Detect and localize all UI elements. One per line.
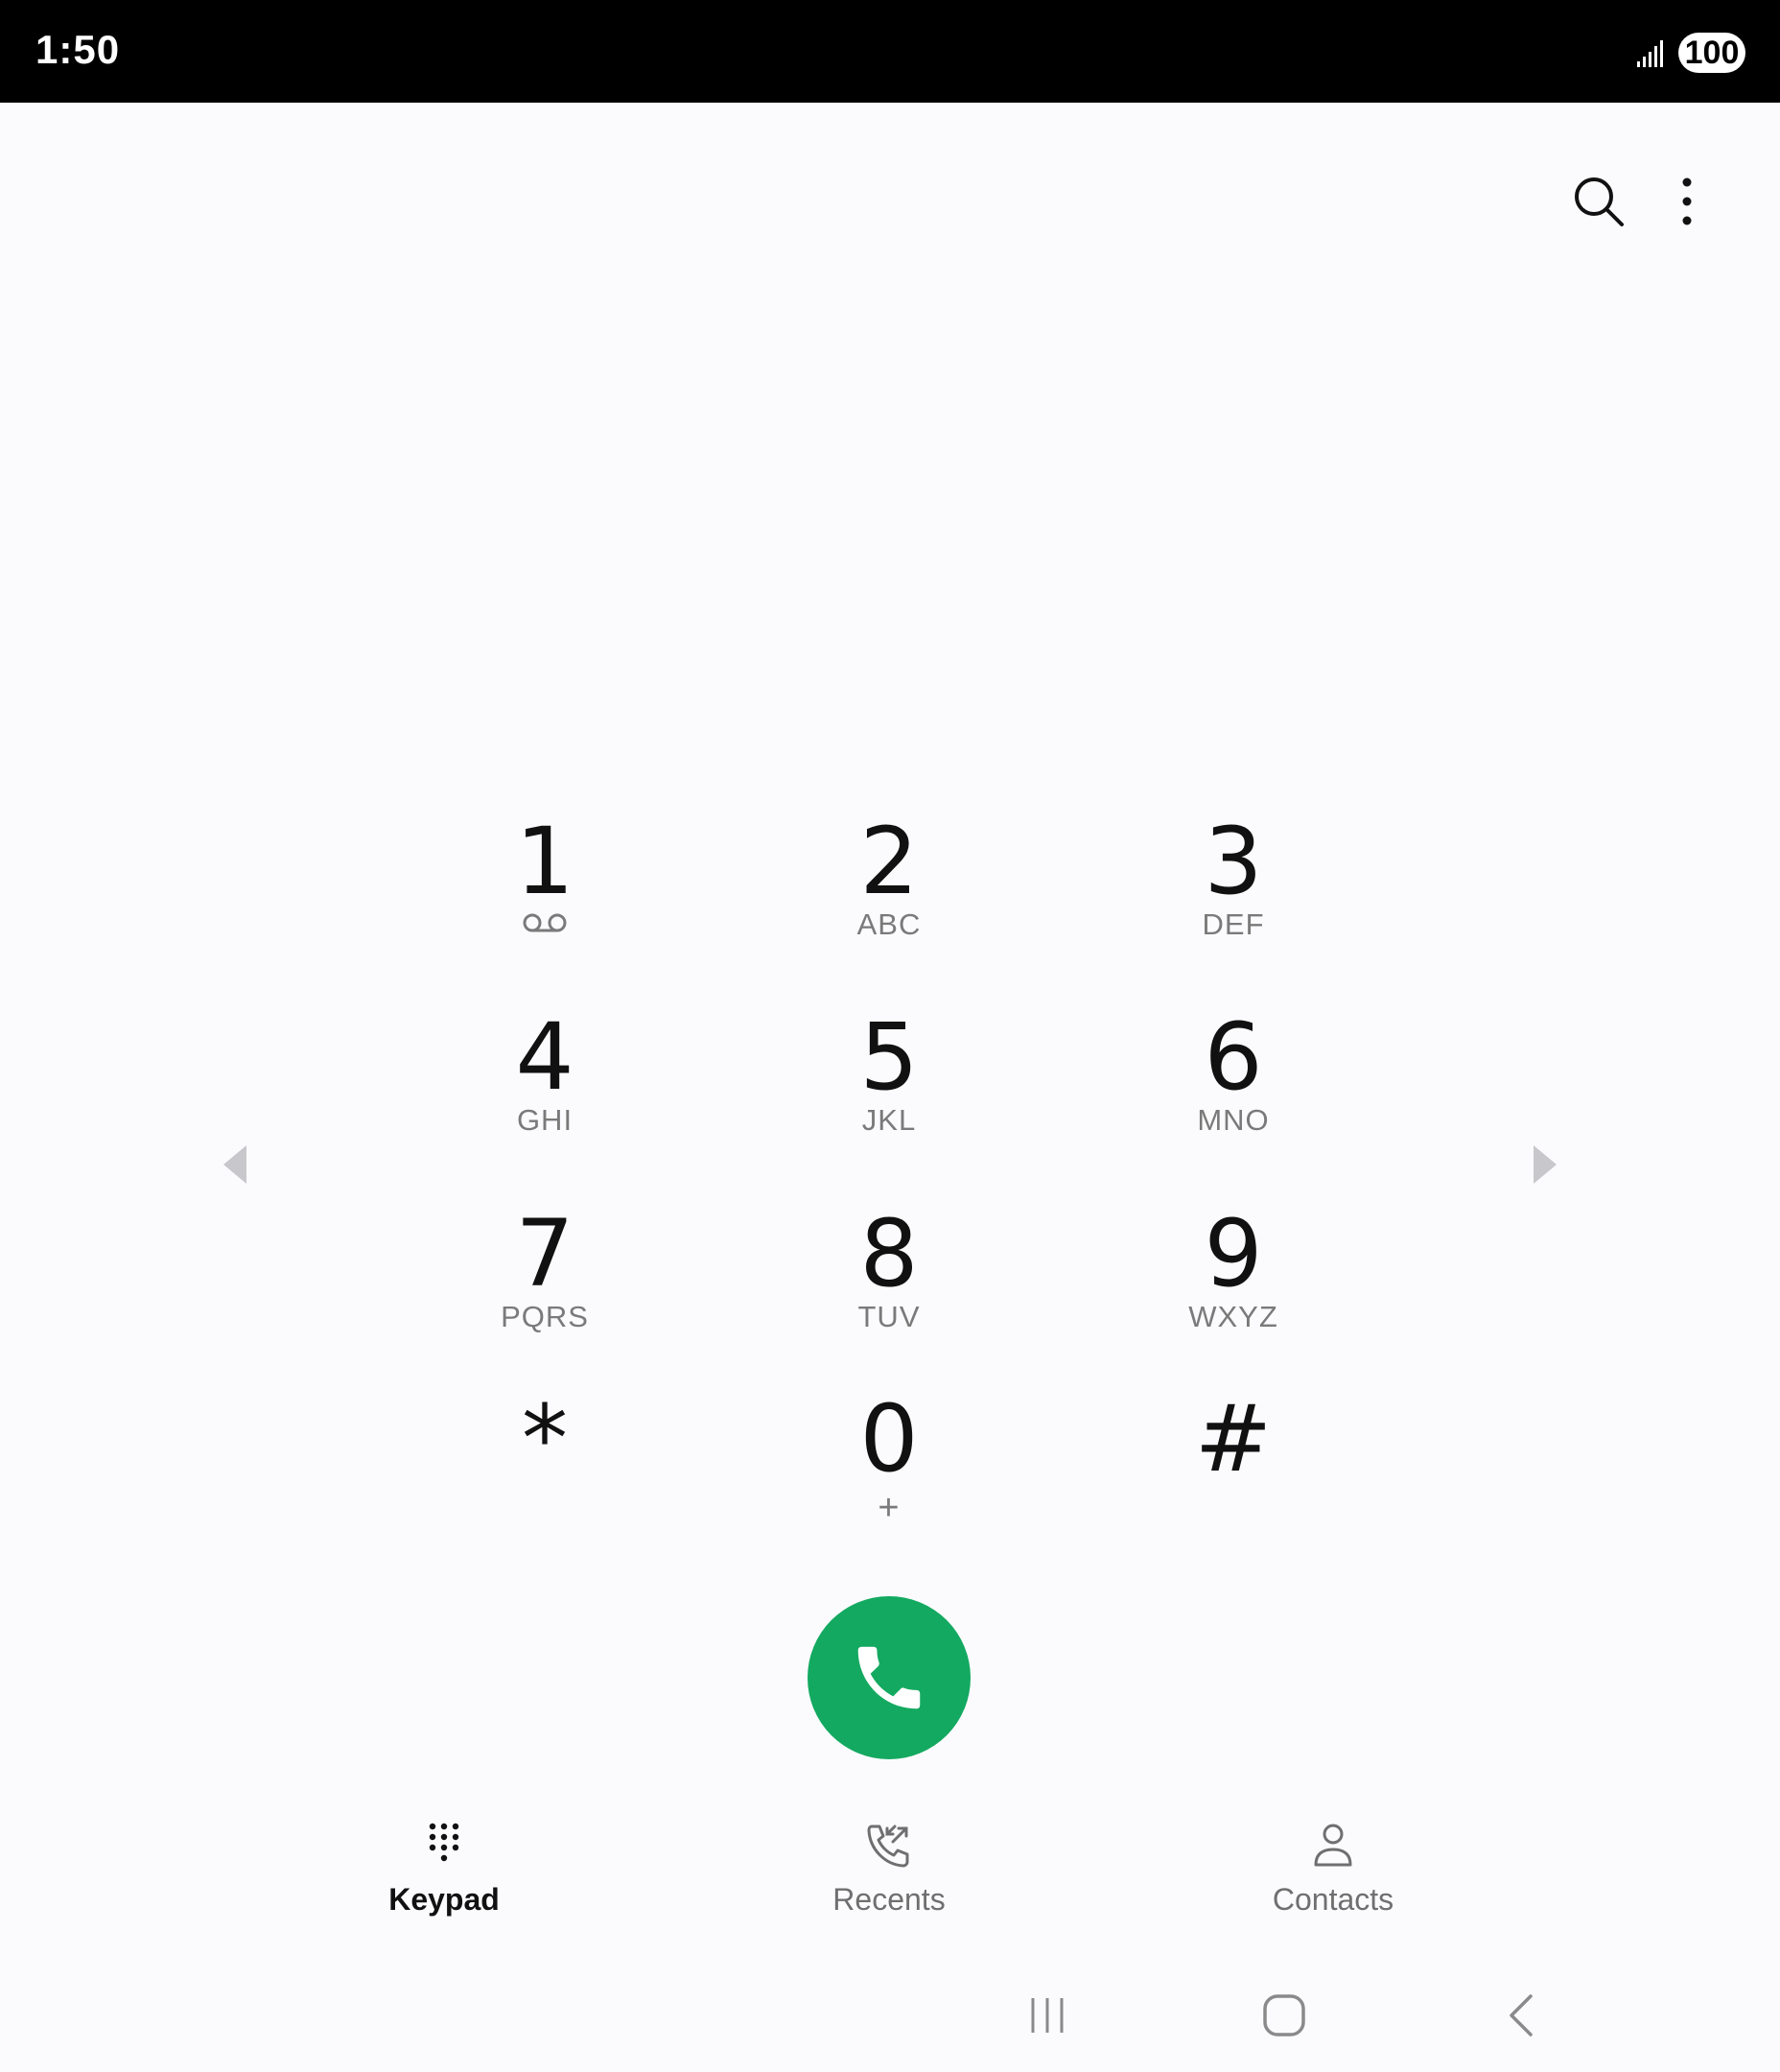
key-digit: 6 (1204, 1003, 1263, 1111)
arrow-right-icon[interactable] (1528, 1142, 1560, 1188)
tab-contacts[interactable]: Contacts (1237, 1821, 1429, 1926)
key-digit: * (522, 1385, 568, 1493)
key-digit: 8 (859, 1200, 919, 1307)
tab-label: Contacts (1272, 1882, 1394, 1917)
tab-label: Keypad (388, 1882, 500, 1917)
key-digit: 4 (515, 1003, 574, 1111)
key-1[interactable]: 1 (439, 813, 650, 986)
key-letters: GHI (516, 1103, 574, 1137)
keypad-icon (429, 1823, 459, 1862)
key-3[interactable]: 3 DEF (1128, 813, 1339, 986)
key-letters: DEF (1202, 907, 1265, 941)
recents-icon (867, 1825, 909, 1868)
tab-label: Recents (832, 1882, 946, 1917)
recent-apps-icon[interactable] (1019, 1990, 1076, 2040)
key-letters: ABC (856, 907, 922, 941)
key-letters: + (878, 1488, 901, 1528)
key-digit: 1 (515, 808, 574, 915)
key-letters: MNO (1197, 1103, 1270, 1137)
dial-keypad: 1 2 ABC 3 DEF 4 GHI 5 JKL 6 MNO 7 PQRS 8… (0, 0, 1780, 2072)
home-icon[interactable] (1255, 1990, 1313, 2040)
arrow-left-icon[interactable] (220, 1142, 252, 1188)
phone-icon (857, 1646, 921, 1709)
key-6[interactable]: 6 MNO (1128, 1009, 1339, 1182)
key-4[interactable]: 4 GHI (439, 1009, 650, 1182)
key-5[interactable]: 5 JKL (784, 1009, 995, 1182)
key-9[interactable]: 9 WXYZ (1128, 1206, 1339, 1378)
key-digit: 3 (1204, 808, 1263, 915)
key-digit: 7 (515, 1200, 574, 1307)
key-letters: PQRS (501, 1300, 589, 1333)
back-icon[interactable] (1492, 1990, 1550, 2040)
key-letters: JKL (861, 1103, 917, 1137)
key-letters: WXYZ (1188, 1300, 1278, 1333)
tab-recents[interactable]: Recents (793, 1821, 985, 1926)
key-letters: TUV (857, 1300, 921, 1333)
contacts-icon (1314, 1824, 1352, 1867)
key-digit: 5 (859, 1003, 919, 1111)
key-7[interactable]: 7 PQRS (439, 1206, 650, 1378)
key-8[interactable]: 8 TUV (784, 1206, 995, 1378)
call-button[interactable] (808, 1596, 971, 1759)
key-star[interactable]: * (439, 1391, 650, 1564)
key-digit: 0 (859, 1385, 919, 1493)
key-digit: 2 (859, 808, 919, 915)
key-hash[interactable]: # (1128, 1391, 1339, 1564)
key-digit: 9 (1204, 1200, 1263, 1307)
key-2[interactable]: 2 ABC (784, 813, 995, 986)
tab-keypad[interactable]: Keypad (348, 1821, 540, 1926)
key-digit: # (1194, 1385, 1273, 1493)
key-0[interactable]: 0 + (784, 1391, 995, 1564)
